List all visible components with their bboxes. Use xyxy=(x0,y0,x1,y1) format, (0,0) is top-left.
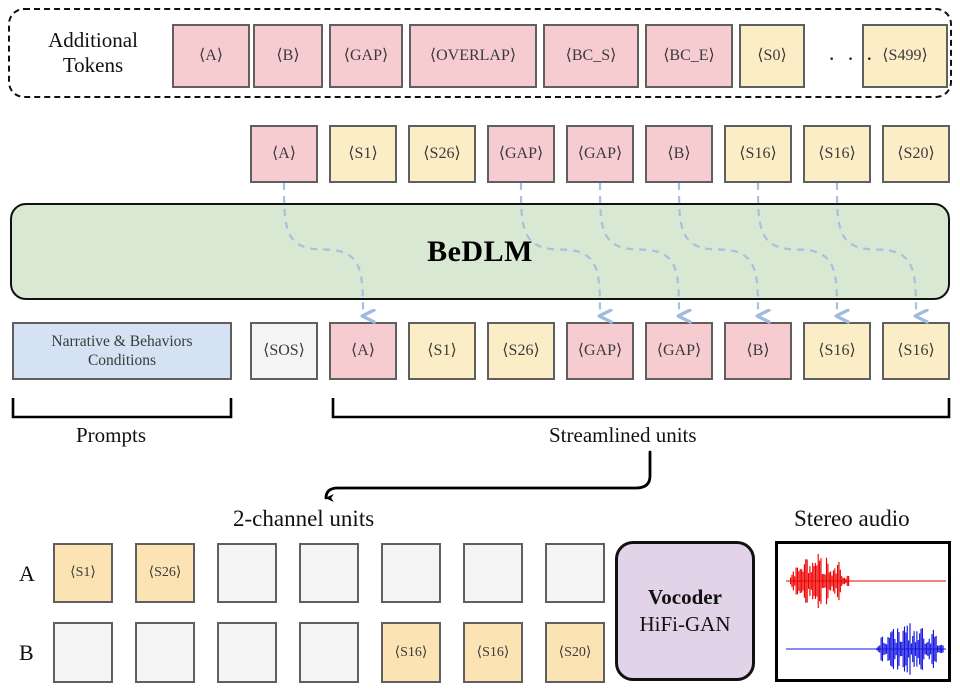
channel-b-cell-5: ⟨S16⟩ xyxy=(463,622,523,683)
token-label: ⟨OVERLAP⟩ xyxy=(429,47,517,64)
token-label: ⟨S26⟩ xyxy=(502,342,540,359)
bedlm-label: BeDLM xyxy=(427,234,533,268)
input-token-7: ⟨S16⟩ xyxy=(803,322,871,380)
input-token-0: ⟨SOS⟩ xyxy=(250,322,318,380)
token-label: ⟨S16⟩ xyxy=(818,145,856,162)
prompts-brace xyxy=(11,398,233,419)
channel-a-cell-0: ⟨S1⟩ xyxy=(53,543,113,603)
vocoder-block: Vocoder HiFi-GAN xyxy=(615,541,755,681)
additional-token-2: ⟨GAP⟩ xyxy=(329,24,403,88)
additional-token-5: ⟨BC_E⟩ xyxy=(645,24,733,88)
channel-a-cell-6 xyxy=(545,543,605,603)
token-label: ⟨A⟩ xyxy=(198,47,224,64)
additional-token-1: ⟨B⟩ xyxy=(253,24,323,88)
additional-token-6: ⟨S0⟩ xyxy=(739,24,805,88)
token-label: ⟨S499⟩ xyxy=(882,47,928,64)
token-label: ⟨S20⟩ xyxy=(558,644,592,660)
token-label: ⟨S1⟩ xyxy=(348,145,378,162)
token-label: ⟨S20⟩ xyxy=(897,145,935,162)
output-token-8: ⟨S20⟩ xyxy=(882,125,950,183)
output-token-5: ⟨B⟩ xyxy=(645,125,713,183)
token-label: ⟨S16⟩ xyxy=(476,644,510,660)
output-token-4: ⟨GAP⟩ xyxy=(566,125,634,183)
token-label: ⟨BC_S⟩ xyxy=(565,47,617,64)
token-label: ⟨GAP⟩ xyxy=(577,342,623,359)
token-label: ⟨S16⟩ xyxy=(739,145,777,162)
input-token-6: ⟨B⟩ xyxy=(724,322,792,380)
stereo-waveform-svg xyxy=(786,553,946,675)
token-label: ⟨A⟩ xyxy=(350,342,376,359)
output-token-3: ⟨GAP⟩ xyxy=(487,125,555,183)
token-label: ⟨S1⟩ xyxy=(427,342,457,359)
output-token-2: ⟨S26⟩ xyxy=(408,125,476,183)
channel-a-cell-3 xyxy=(299,543,359,603)
channel-a-cell-4 xyxy=(381,543,441,603)
channel-b-cell-1 xyxy=(135,622,195,683)
diagram-canvas: Additional Tokens ⟨A⟩ ⟨B⟩ ⟨GAP⟩ ⟨OVERLAP⟩ ⟨B… xyxy=(0,0,960,687)
additional-token-0: ⟨A⟩ xyxy=(172,24,250,88)
token-label: ⟨S16⟩ xyxy=(394,644,428,660)
channel-a-cell-2 xyxy=(217,543,277,603)
token-label: ⟨GAP⟩ xyxy=(343,47,389,64)
token-label: ⟨B⟩ xyxy=(276,47,300,64)
channel-b-cell-0 xyxy=(53,622,113,683)
input-token-8: ⟨S16⟩ xyxy=(882,322,950,380)
additional-tokens-label-line2: Tokens xyxy=(62,52,124,77)
additional-tokens-label-line1: Additional xyxy=(48,28,138,52)
token-label: ⟨BC_E⟩ xyxy=(663,47,715,64)
channel-b-cell-6: ⟨S20⟩ xyxy=(545,622,605,683)
streamlined-to-channels-arrow xyxy=(324,450,652,503)
waveform-channel-b xyxy=(786,623,946,675)
token-label: ⟨GAP⟩ xyxy=(498,145,544,162)
additional-token-4: ⟨BC_S⟩ xyxy=(543,24,639,88)
additional-tokens-ellipsis: · · · xyxy=(828,46,876,71)
token-label: ⟨S26⟩ xyxy=(423,145,461,162)
vocoder-subtitle: HiFi-GAN xyxy=(639,612,731,636)
input-token-3: ⟨S26⟩ xyxy=(487,322,555,380)
prompts-label: Prompts xyxy=(76,423,147,447)
channel-b-label: B xyxy=(19,640,34,665)
channel-b-cell-2 xyxy=(217,622,277,683)
output-token-0: ⟨A⟩ xyxy=(250,125,318,183)
stereo-audio-panel xyxy=(775,541,951,682)
token-label: ⟨A⟩ xyxy=(271,145,297,162)
input-token-2: ⟨S1⟩ xyxy=(408,322,476,380)
token-label: ⟨GAP⟩ xyxy=(577,145,623,162)
token-label: ⟨S16⟩ xyxy=(897,342,935,359)
additional-token-3: ⟨OVERLAP⟩ xyxy=(409,24,537,88)
prompt-conditions-line2: Conditions xyxy=(87,352,157,369)
output-token-1: ⟨S1⟩ xyxy=(329,125,397,183)
token-label: ⟨S26⟩ xyxy=(148,565,182,580)
token-label: ⟨S1⟩ xyxy=(70,565,96,580)
token-label: ⟨S0⟩ xyxy=(757,47,787,64)
prompt-conditions-line1: Narrative & Behaviors xyxy=(51,332,193,350)
prompt-conditions-box: Narrative & Behaviors Conditions xyxy=(12,322,232,380)
input-token-5: ⟨GAP⟩ xyxy=(645,322,713,380)
stereo-audio-title: Stereo audio xyxy=(794,506,910,531)
token-label: ⟨S16⟩ xyxy=(818,342,856,359)
two-channel-units-title: 2-channel units xyxy=(233,506,375,531)
token-label: ⟨SOS⟩ xyxy=(263,342,305,359)
channel-a-label: A xyxy=(19,561,35,586)
token-label: ⟨GAP⟩ xyxy=(656,342,702,359)
waveform-channel-a xyxy=(786,553,946,609)
token-label: ⟨B⟩ xyxy=(746,342,770,359)
bedlm-block: BeDLM xyxy=(10,203,950,300)
channel-b-cell-3 xyxy=(299,622,359,683)
token-label: ⟨B⟩ xyxy=(667,145,691,162)
input-token-4: ⟨GAP⟩ xyxy=(566,322,634,380)
additional-tokens-label: Additional Tokens xyxy=(28,28,158,78)
channel-a-cell-5 xyxy=(463,543,523,603)
streamlined-units-label: Streamlined units xyxy=(549,423,697,447)
output-token-7: ⟨S16⟩ xyxy=(803,125,871,183)
output-token-6: ⟨S16⟩ xyxy=(724,125,792,183)
vocoder-title: Vocoder xyxy=(648,585,722,609)
channel-b-cell-4: ⟨S16⟩ xyxy=(381,622,441,683)
streamlined-brace xyxy=(331,398,951,419)
channel-a-cell-1: ⟨S26⟩ xyxy=(135,543,195,603)
input-token-1: ⟨A⟩ xyxy=(329,322,397,380)
